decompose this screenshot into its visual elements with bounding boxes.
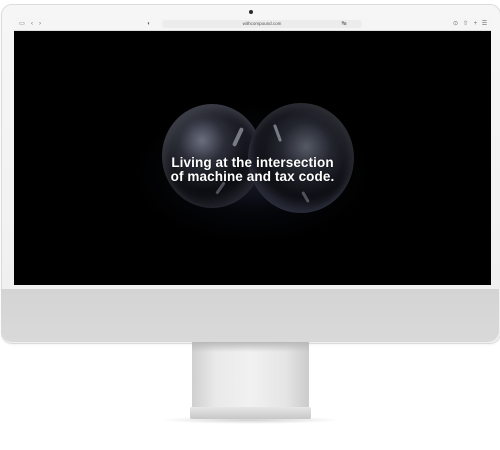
address-bar[interactable]: withcompound.com <box>162 20 362 28</box>
headline-line-1: Living at the intersection <box>171 155 334 170</box>
sidebar-icon[interactable]: ▭ <box>18 18 26 30</box>
monitor-chin <box>1 289 499 342</box>
headline-line-2: of machine and tax code. <box>170 169 335 184</box>
share-icon[interactable]: ⇧ <box>462 18 469 30</box>
chevron-left-icon[interactable]: ‹ <box>29 18 35 30</box>
shield-icon[interactable]: ◐ <box>145 18 153 30</box>
tabs-grid-icon[interactable]: ☰ <box>481 18 488 30</box>
hero-section: Living at the intersection of machine an… <box>14 31 491 285</box>
plus-icon[interactable]: + <box>472 18 479 30</box>
chevron-right-icon[interactable]: › <box>37 18 43 30</box>
stand-foot <box>190 407 311 419</box>
screen: ▭ ‹ › ◐ withcompound.com ↹ ⊙ ⇧ + ☰ Livin… <box>14 18 491 285</box>
hero-headline: Living at the intersection of machine an… <box>134 156 371 184</box>
stand-neck-shade <box>192 342 309 352</box>
browser-toolbar: ▭ ‹ › ◐ withcompound.com ↹ ⊙ ⇧ + ☰ <box>14 18 491 31</box>
translate-icon[interactable]: ↹ <box>340 18 348 30</box>
camera-dot <box>249 10 253 14</box>
download-icon[interactable]: ⊙ <box>452 18 459 30</box>
url-text: withcompound.com <box>242 21 282 26</box>
